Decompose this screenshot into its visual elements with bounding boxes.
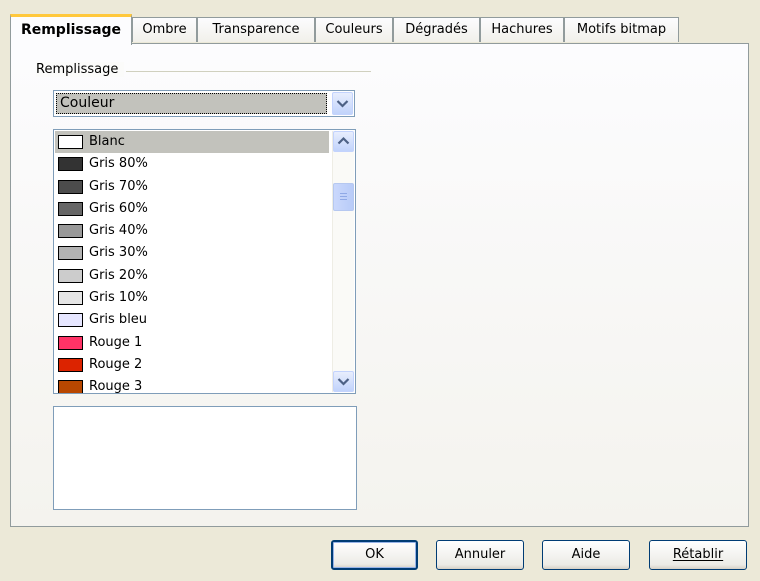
- color-name: Gris 70%: [89, 178, 148, 194]
- color-list-item[interactable]: Gris 10%: [55, 287, 329, 309]
- scrollbar[interactable]: [332, 131, 354, 392]
- fill-preview: [53, 406, 357, 510]
- color-list-item[interactable]: Gris 20%: [55, 265, 329, 287]
- color-list-item[interactable]: Blanc: [55, 131, 329, 154]
- dropdown-button[interactable]: [332, 92, 353, 115]
- color-list-items: Blanc Gris 80% Gris 70% Gris 60% Gris 40% Gri…: [55, 131, 329, 394]
- tab-ombre[interactable]: Ombre: [132, 17, 197, 42]
- cancel-button[interactable]: Annuler: [436, 540, 524, 570]
- tab-label: Couleurs: [325, 22, 383, 37]
- tab-degrades[interactable]: Dégradés: [393, 17, 480, 42]
- color-list[interactable]: Blanc Gris 80% Gris 70% Gris 60% Gris 40% Gri…: [53, 129, 356, 394]
- button-label: OK: [365, 547, 384, 562]
- chevron-up-icon: [334, 132, 353, 151]
- color-swatch: [58, 179, 83, 194]
- color-name: Gris bleu: [89, 312, 148, 328]
- tab-label: Transparence: [212, 22, 300, 37]
- tab-label: Hachures: [491, 22, 553, 37]
- color-list-item[interactable]: Gris 30%: [55, 242, 329, 264]
- chevron-down-icon: [333, 93, 352, 114]
- color-list-item[interactable]: Gris 80%: [55, 153, 329, 175]
- color-list-item[interactable]: Rouge 1: [55, 332, 329, 354]
- tab-label: Motifs bitmap: [576, 22, 667, 37]
- tab-label: Ombre: [142, 22, 187, 37]
- tab-panel: Remplissage Couleur Blanc Gris 80% Gris 70…: [10, 43, 749, 527]
- color-swatch: [58, 157, 83, 172]
- color-name: Rouge 2: [89, 356, 143, 372]
- scroll-thumb[interactable]: [333, 183, 354, 211]
- color-swatch: [58, 268, 83, 283]
- chevron-down-icon: [334, 372, 353, 391]
- tab-transparence[interactable]: Transparence: [197, 17, 315, 42]
- reset-button[interactable]: Rétablir: [649, 540, 747, 570]
- color-name: Gris 30%: [89, 245, 148, 261]
- fill-type-value: Couleur: [56, 93, 327, 114]
- color-name: Gris 80%: [89, 156, 148, 172]
- color-name: Rouge 1: [89, 334, 143, 350]
- color-swatch: [58, 201, 83, 216]
- tab-remplissage[interactable]: Remplissage: [10, 14, 132, 45]
- group-divider: [126, 71, 371, 72]
- group-label: Remplissage: [36, 62, 125, 77]
- tab-motifs-bitmap[interactable]: Motifs bitmap: [564, 17, 679, 42]
- color-name: Gris 40%: [89, 223, 148, 239]
- fill-type-select[interactable]: Couleur: [53, 90, 355, 117]
- color-name: Blanc: [89, 134, 125, 149]
- color-swatch: [58, 224, 83, 239]
- color-list-item[interactable]: Gris 40%: [55, 220, 329, 242]
- color-name: Gris 10%: [89, 290, 148, 306]
- color-swatch: [58, 135, 83, 149]
- color-name: Gris 60%: [89, 200, 148, 216]
- color-list-item[interactable]: Gris bleu: [55, 309, 329, 331]
- color-list-item[interactable]: Gris 70%: [55, 176, 329, 198]
- tab-couleurs[interactable]: Couleurs: [315, 17, 393, 42]
- color-swatch: [58, 357, 83, 372]
- ok-button[interactable]: OK: [331, 540, 418, 570]
- tab-label: Remplissage: [20, 22, 122, 38]
- color-swatch: [58, 291, 83, 306]
- button-label: Aide: [571, 547, 601, 562]
- button-label: Rétablir: [672, 547, 724, 562]
- tab-hachures[interactable]: Hachures: [480, 17, 564, 42]
- color-list-item[interactable]: Rouge 2: [55, 354, 329, 376]
- color-name: Gris 20%: [89, 267, 148, 283]
- color-swatch: [58, 246, 83, 261]
- scroll-down-button[interactable]: [333, 371, 354, 392]
- color-swatch: [58, 313, 83, 328]
- grip-icon: [334, 184, 353, 210]
- color-swatch: [58, 380, 83, 393]
- color-list-item[interactable]: Gris 60%: [55, 198, 329, 220]
- help-button[interactable]: Aide: [542, 540, 630, 570]
- color-swatch: [58, 335, 83, 350]
- scroll-up-button[interactable]: [333, 131, 354, 152]
- color-name: Rouge 3: [89, 379, 143, 394]
- button-label: Annuler: [454, 547, 506, 562]
- color-list-item[interactable]: Rouge 3: [55, 376, 329, 394]
- tab-label: Dégradés: [405, 22, 468, 37]
